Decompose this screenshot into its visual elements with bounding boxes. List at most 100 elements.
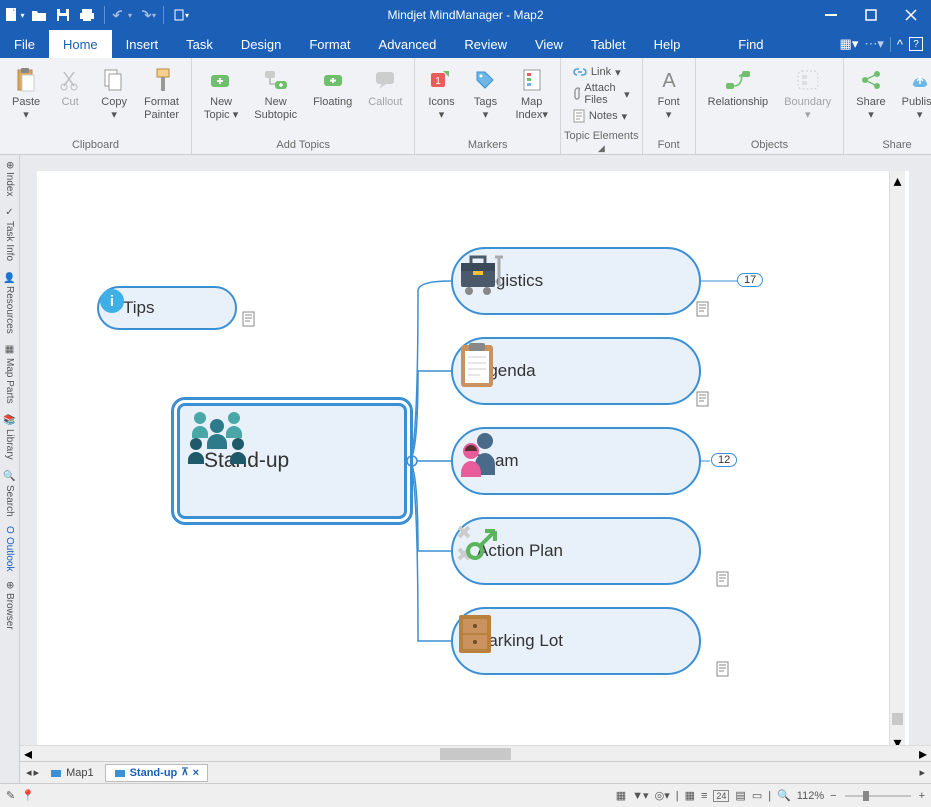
note-icon[interactable] bbox=[716, 571, 730, 587]
node-agenda[interactable]: Agenda bbox=[451, 337, 701, 405]
qa-tool-icon[interactable]: ▾ bbox=[170, 4, 192, 26]
vertical-scrollbar[interactable]: ▴▾ bbox=[889, 171, 905, 745]
note-icon[interactable] bbox=[716, 661, 730, 677]
status-outline-icon[interactable]: ≡ bbox=[701, 790, 707, 802]
group-topic-elements: Topic Elements ◢ bbox=[561, 130, 642, 157]
link-button[interactable]: Link ▾ bbox=[569, 64, 634, 80]
minimize-button[interactable] bbox=[811, 0, 851, 30]
node-tips-label: Tips bbox=[123, 298, 155, 318]
paste-button[interactable]: Paste▾ bbox=[6, 62, 46, 126]
qa-open-icon[interactable] bbox=[28, 4, 50, 26]
status-target-icon[interactable]: ◎▾ bbox=[655, 789, 670, 802]
notes-button[interactable]: Notes ▾ bbox=[569, 108, 634, 124]
badge-team[interactable]: 12 bbox=[711, 453, 737, 467]
node-tips[interactable]: i Tips bbox=[97, 286, 237, 330]
side-outlook[interactable]: O Outlook bbox=[4, 524, 15, 573]
svg-text:1: 1 bbox=[436, 76, 442, 87]
floating-button[interactable]: Floating bbox=[307, 62, 358, 113]
expand-icon[interactable]: ^ bbox=[890, 37, 903, 52]
status-view1-icon[interactable]: ▦ bbox=[616, 789, 626, 802]
boundary-button[interactable]: Boundary▾ bbox=[778, 62, 837, 126]
find-label[interactable]: Find bbox=[738, 37, 763, 52]
tabs-scroll-right[interactable]: ▸ bbox=[34, 766, 40, 779]
publish-button[interactable]: Publish▾ bbox=[896, 62, 931, 126]
map-index-button[interactable]: Map Index▾ bbox=[509, 62, 553, 126]
group-share: Share bbox=[844, 139, 931, 154]
document-tabs: ◂ ▸ Map1 Stand-up⊼× ▸ bbox=[20, 761, 931, 783]
status-pen-icon[interactable]: ✎ bbox=[6, 789, 15, 802]
zoom-fit-icon[interactable]: 🔍 bbox=[777, 789, 791, 802]
side-task-info[interactable]: ✓Task Info bbox=[4, 205, 15, 263]
status-cal-icon[interactable]: 24 bbox=[713, 790, 729, 802]
node-logistics[interactable]: Logistics bbox=[451, 247, 701, 315]
menu-format[interactable]: Format bbox=[295, 30, 364, 58]
options-icon[interactable]: ⋯▾ bbox=[864, 36, 884, 52]
side-browser[interactable]: ⊕Browser bbox=[4, 579, 15, 631]
side-resources[interactable]: 👤Resources bbox=[4, 269, 15, 336]
zoom-value[interactable]: 112% bbox=[797, 790, 824, 802]
menu-help[interactable]: Help bbox=[640, 30, 695, 58]
status-pin-icon[interactable]: 📍 bbox=[21, 789, 35, 802]
font-button[interactable]: AFont▾ bbox=[649, 62, 689, 126]
status-map-icon[interactable]: ▦ bbox=[685, 789, 695, 802]
menu-file[interactable]: File bbox=[0, 30, 49, 58]
tabs-scroll-end[interactable]: ▸ bbox=[919, 766, 931, 779]
status-presenter-icon[interactable]: ▭ bbox=[752, 789, 762, 802]
zoom-in-icon[interactable]: + bbox=[919, 790, 925, 802]
side-search[interactable]: 🔍Search bbox=[4, 467, 15, 518]
doc-tab-standup[interactable]: Stand-up⊼× bbox=[105, 764, 208, 782]
node-team[interactable]: Team bbox=[451, 427, 701, 495]
attach-files-button[interactable]: Attach Files ▾ bbox=[569, 81, 634, 107]
badge-logistics[interactable]: 17 bbox=[737, 273, 763, 287]
menu-task[interactable]: Task bbox=[172, 30, 227, 58]
qa-save-icon[interactable] bbox=[52, 4, 74, 26]
share-button[interactable]: Share▾ bbox=[850, 62, 891, 126]
side-map-parts[interactable]: ▦Map Parts bbox=[4, 342, 15, 406]
help-icon[interactable]: ? bbox=[909, 37, 923, 51]
node-action-plan[interactable]: Action Plan bbox=[451, 517, 701, 585]
layout-icon[interactable]: ▦▾ bbox=[840, 36, 859, 52]
qa-new-icon[interactable]: ▾ bbox=[4, 4, 26, 26]
note-icon[interactable] bbox=[696, 301, 710, 317]
qa-redo-icon[interactable]: ▾ bbox=[135, 4, 157, 26]
zoom-out-icon[interactable]: − bbox=[830, 790, 836, 802]
menu-review[interactable]: Review bbox=[450, 30, 521, 58]
new-subtopic-button[interactable]: New Subtopic bbox=[248, 62, 303, 126]
close-button[interactable] bbox=[891, 0, 931, 30]
node-central[interactable]: Stand-up bbox=[177, 403, 407, 519]
format-painter-button[interactable]: Format Painter bbox=[138, 62, 185, 126]
ribbon: Paste▾ Cut Copy▾ Format Painter Clipboar… bbox=[0, 58, 931, 155]
menu-advanced[interactable]: Advanced bbox=[365, 30, 451, 58]
tab-pin-icon[interactable]: ⊼ bbox=[181, 767, 188, 778]
copy-button[interactable]: Copy▾ bbox=[94, 62, 134, 126]
menu-view[interactable]: View bbox=[521, 30, 577, 58]
side-index[interactable]: ⊕Index bbox=[4, 159, 15, 199]
icons-button[interactable]: 1Icons▾ bbox=[421, 62, 461, 126]
cut-button[interactable]: Cut bbox=[50, 62, 90, 113]
relationship-button[interactable]: Relationship bbox=[702, 62, 775, 113]
qa-undo-icon[interactable]: ▾ bbox=[111, 4, 133, 26]
tags-button[interactable]: Tags▾ bbox=[465, 62, 505, 126]
note-icon[interactable] bbox=[696, 391, 710, 407]
tabs-scroll-left[interactable]: ◂ bbox=[26, 766, 32, 779]
menu-design[interactable]: Design bbox=[227, 30, 295, 58]
maximize-button[interactable] bbox=[851, 0, 891, 30]
zoom-slider[interactable] bbox=[843, 789, 913, 803]
status-gantt-icon[interactable]: ▤ bbox=[735, 789, 745, 802]
doc-tab-map1[interactable]: Map1 bbox=[41, 764, 103, 782]
menu-insert[interactable]: Insert bbox=[112, 30, 173, 58]
tab-close-icon[interactable]: × bbox=[193, 767, 199, 779]
qa-print-icon[interactable] bbox=[76, 4, 98, 26]
side-library[interactable]: 📚Library bbox=[4, 412, 15, 462]
node-parking-lot[interactable]: Parking Lot bbox=[451, 607, 701, 675]
status-filter-icon[interactable]: ▼▾ bbox=[632, 789, 648, 802]
horizontal-scrollbar[interactable]: ◂▸ bbox=[20, 745, 931, 761]
svg-text:A: A bbox=[662, 70, 676, 91]
menu-tablet[interactable]: Tablet bbox=[577, 30, 640, 58]
new-topic-button[interactable]: New Topic ▾ bbox=[198, 62, 244, 126]
group-add-topics: Add Topics bbox=[192, 139, 414, 154]
note-icon[interactable] bbox=[242, 311, 256, 327]
callout-button[interactable]: Callout bbox=[362, 62, 408, 113]
mindmap-canvas[interactable]: i Tips Stand-up Logistics 17 Agenda bbox=[20, 155, 931, 745]
menu-home[interactable]: Home bbox=[49, 30, 112, 58]
